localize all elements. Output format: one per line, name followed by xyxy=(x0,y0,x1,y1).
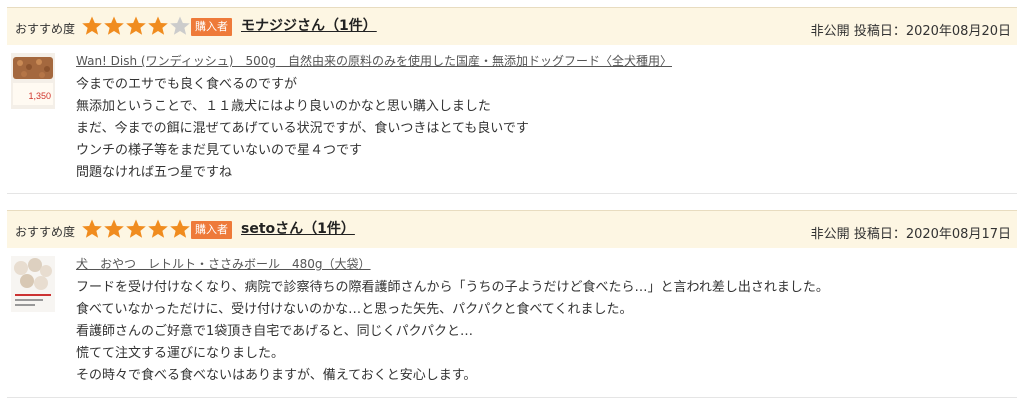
review-text-line: まだ、今までの餌に混ぜてあげている状況ですが、食いつきはとても良いです xyxy=(76,121,529,136)
product-link[interactable]: 犬 おやつ レトルト・ささみボール 480g（大袋） xyxy=(76,255,371,272)
review-text-line: 今までのエサでも良く食べるのですが xyxy=(76,77,298,92)
reviewer-name-link[interactable]: モナジジさん（1件） xyxy=(241,15,377,35)
review-item: おすすめ度 購入者 モナジジさん（1件） 非公開 投稿日：2020年08月20日… xyxy=(7,7,1017,194)
rating-stars xyxy=(81,15,191,39)
star-filled-icon xyxy=(170,219,190,238)
recommendation-label: おすすめ度 xyxy=(15,22,76,36)
review-text-line: 看護師さんのご好意で1袋頂き自宅であげると、同じくパクパクと… xyxy=(76,324,473,339)
review-text-line: 慌てて注文する運びになりました。 xyxy=(76,346,285,361)
review-text-line: フードを受け付けなくなり、病院で診察待ちの際看護師さんから「うちの子ようだけど食… xyxy=(76,280,829,295)
svg-text:1,350: 1,350 xyxy=(28,91,51,101)
product-thumbnail[interactable]: 1,350 xyxy=(11,53,55,109)
post-date: 投稿日：2020年08月20日 xyxy=(853,24,1011,39)
review-item: おすすめ度 購入者 setoさん（1件） 非公開 投稿日：2020年08月17日… xyxy=(7,210,1017,398)
star-filled-icon xyxy=(126,16,146,35)
recommendation-label: おすすめ度 xyxy=(15,225,76,239)
review-divider xyxy=(7,397,1017,398)
visibility-label: 非公開 xyxy=(810,227,850,242)
purchaser-badge: 購入者 xyxy=(191,221,232,239)
review-text-line: 問題なければ五つ星ですね xyxy=(76,165,233,180)
star-filled-icon xyxy=(104,16,124,35)
star-filled-icon xyxy=(148,219,168,238)
star-filled-icon xyxy=(148,16,168,35)
post-info: 非公開 投稿日：2020年08月17日 xyxy=(811,223,1011,242)
rating-stars xyxy=(81,218,191,242)
review-text-line: ウンチの様子等をまだ見ていないので星４つです xyxy=(76,143,363,158)
review-body: 今までのエサでも良く食べるのですが 無添加ということで、１１歳犬にはより良いのか… xyxy=(76,74,529,184)
review-divider xyxy=(7,193,1017,194)
reviewer-name-link[interactable]: setoさん（1件） xyxy=(241,218,355,238)
review-header: おすすめ度 購入者 setoさん（1件） 非公開 投稿日：2020年08月17日 xyxy=(7,210,1017,248)
review-body: フードを受け付けなくなり、病院で診察待ちの際看護師さんから「うちの子ようだけど食… xyxy=(76,277,829,387)
review-text-line: 無添加ということで、１１歳犬にはより良いのかなと思い購入しました xyxy=(76,99,491,114)
star-filled-icon xyxy=(82,16,102,35)
star-empty-icon xyxy=(170,16,190,35)
review-text-line: その時々で食べる食べないはありますが、備えておくと安心します。 xyxy=(76,368,477,383)
product-link[interactable]: Wan! Dish (ワンディッシュ) 500g 自然由来の原料のみを使用した国… xyxy=(76,52,672,69)
post-info: 非公開 投稿日：2020年08月20日 xyxy=(811,20,1011,39)
product-thumbnail[interactable] xyxy=(11,256,55,312)
purchaser-badge: 購入者 xyxy=(191,18,232,36)
star-filled-icon xyxy=(104,219,124,238)
visibility-label: 非公開 xyxy=(810,24,850,39)
review-text-line: 食べていなかっただけに、受け付けないのかな…と思った矢先、パクパクと食べてくれま… xyxy=(76,302,633,317)
review-header: おすすめ度 購入者 モナジジさん（1件） 非公開 投稿日：2020年08月20日 xyxy=(7,7,1017,45)
star-filled-icon xyxy=(126,219,146,238)
post-date: 投稿日：2020年08月17日 xyxy=(853,227,1011,242)
star-filled-icon xyxy=(82,219,102,238)
